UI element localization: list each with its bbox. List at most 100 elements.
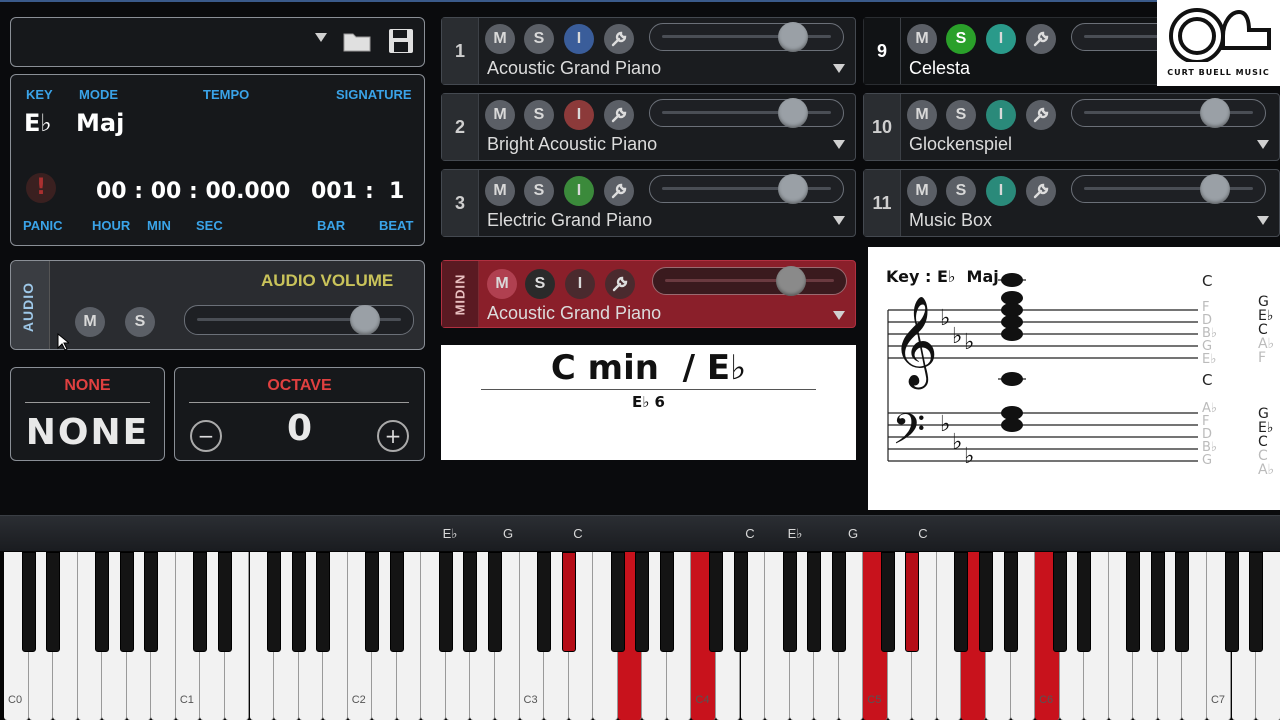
black-key[interactable] (880, 552, 895, 652)
save-icon[interactable] (388, 28, 414, 58)
key-value[interactable]: E♭ (24, 109, 52, 137)
track-volume-slider[interactable] (1071, 98, 1266, 128)
black-key[interactable] (1150, 552, 1165, 652)
track-dropdown-arrow[interactable] (833, 64, 845, 73)
folder-icon[interactable] (343, 30, 371, 56)
track-mute-button[interactable]: M (485, 176, 515, 206)
black-key[interactable] (193, 552, 208, 652)
audio-volume-slider[interactable] (184, 305, 414, 335)
black-key[interactable] (831, 552, 846, 652)
black-key[interactable] (217, 552, 232, 652)
black-key[interactable] (1126, 552, 1141, 652)
track-mute-button[interactable]: M (485, 24, 515, 54)
midin-mute-button[interactable]: M (487, 269, 517, 299)
black-key[interactable] (954, 552, 969, 652)
track-settings-button[interactable] (1026, 24, 1056, 54)
track-volume-slider[interactable] (649, 98, 844, 128)
track-mute-button[interactable]: M (907, 24, 937, 54)
black-key[interactable] (1077, 552, 1092, 652)
track-dropdown-arrow[interactable] (833, 140, 845, 149)
black-key[interactable] (905, 552, 920, 652)
black-key[interactable] (95, 552, 110, 652)
track-volume-knob[interactable] (778, 98, 808, 128)
midin-settings-button[interactable] (605, 269, 635, 299)
black-key[interactable] (610, 552, 625, 652)
black-key[interactable] (389, 552, 404, 652)
octave-plus-button[interactable]: + (377, 420, 409, 452)
black-key[interactable] (365, 552, 380, 652)
track-solo-button[interactable]: S (946, 176, 976, 206)
preset-dropdown-arrow[interactable] (315, 33, 327, 42)
black-key[interactable] (1175, 552, 1190, 652)
black-key[interactable] (659, 552, 674, 652)
track-settings-button[interactable] (604, 24, 634, 54)
midin-volume-knob[interactable] (776, 266, 806, 296)
midin-solo-button[interactable]: S (525, 269, 555, 299)
audio-volume-knob[interactable] (350, 305, 381, 335)
black-key[interactable] (488, 552, 502, 652)
track-solo-button[interactable]: S (524, 176, 554, 206)
track-settings-button[interactable] (1026, 176, 1056, 206)
track-input-button[interactable]: I (986, 100, 1016, 130)
black-key[interactable] (291, 552, 306, 652)
track-volume-knob[interactable] (1200, 98, 1230, 128)
none-box[interactable]: NONE NONE (10, 367, 165, 461)
track-input-button[interactable]: I (564, 24, 594, 54)
black-key[interactable] (267, 552, 282, 652)
black-key[interactable] (1224, 552, 1239, 652)
track-volume-slider[interactable] (649, 174, 844, 204)
black-key[interactable] (979, 552, 993, 652)
track-input-button[interactable]: I (564, 100, 594, 130)
track-solo-button[interactable]: S (946, 24, 976, 54)
black-key[interactable] (21, 552, 36, 652)
black-key[interactable] (782, 552, 797, 652)
track-solo-button[interactable]: S (524, 100, 554, 130)
midin-instrument-name[interactable]: Acoustic Grand Piano (487, 303, 661, 324)
black-key[interactable] (1052, 552, 1067, 652)
black-key[interactable] (438, 552, 453, 652)
track-instrument-name[interactable]: Electric Grand Piano (487, 210, 652, 231)
track-instrument-name[interactable]: Celesta (909, 58, 970, 79)
black-key[interactable] (537, 552, 552, 652)
black-key[interactable] (119, 552, 134, 652)
track-solo-button[interactable]: S (946, 100, 976, 130)
track-settings-button[interactable] (604, 100, 634, 130)
track-settings-button[interactable] (604, 176, 634, 206)
track-instrument-name[interactable]: Acoustic Grand Piano (487, 58, 661, 79)
black-key[interactable] (561, 552, 576, 652)
track-volume-slider[interactable] (649, 22, 844, 52)
track-input-button[interactable]: I (986, 176, 1016, 206)
audio-mute-button[interactable]: M (75, 307, 105, 337)
black-key[interactable] (635, 552, 650, 652)
track-volume-slider[interactable] (1071, 174, 1266, 204)
track-volume-knob[interactable] (1200, 174, 1230, 204)
track-dropdown-arrow[interactable] (1257, 140, 1269, 149)
panic-button[interactable]: ! (26, 173, 56, 203)
track-volume-knob[interactable] (778, 22, 808, 52)
track-instrument-name[interactable]: Bright Acoustic Piano (487, 134, 657, 155)
midin-input-button[interactable]: I (565, 269, 595, 299)
track-dropdown-arrow[interactable] (833, 216, 845, 225)
midin-dropdown-arrow[interactable] (833, 311, 845, 320)
black-key[interactable] (1003, 552, 1018, 652)
track-solo-button[interactable]: S (524, 24, 554, 54)
track-volume-knob[interactable] (778, 174, 808, 204)
midin-volume-slider[interactable] (652, 266, 847, 296)
track-instrument-name[interactable]: Music Box (909, 210, 992, 231)
black-key[interactable] (316, 552, 331, 652)
black-key[interactable] (463, 552, 478, 652)
track-mute-button[interactable]: M (907, 176, 937, 206)
black-key[interactable] (807, 552, 822, 652)
track-input-button[interactable]: I (986, 24, 1016, 54)
black-key[interactable] (46, 552, 61, 652)
track-input-button[interactable]: I (564, 176, 594, 206)
track-mute-button[interactable]: M (485, 100, 515, 130)
black-key[interactable] (708, 552, 723, 652)
track-mute-button[interactable]: M (907, 100, 937, 130)
black-key[interactable] (1249, 552, 1264, 652)
mode-value[interactable]: Maj (76, 109, 124, 137)
track-instrument-name[interactable]: Glockenspiel (909, 134, 1012, 155)
black-key[interactable] (144, 552, 159, 652)
track-settings-button[interactable] (1026, 100, 1056, 130)
black-key[interactable] (733, 552, 748, 652)
